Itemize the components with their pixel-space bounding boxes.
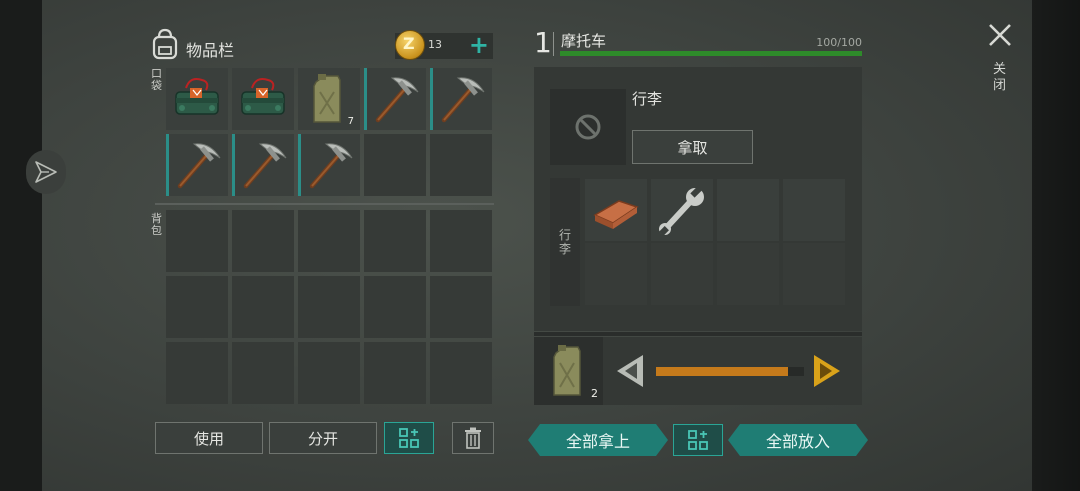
backpack-slot[interactable] [430,342,492,404]
container-slot[interactable] [651,243,713,305]
empty-slot-icon [575,114,601,140]
edge-shade [1030,0,1080,491]
dynamite-bundle-icon [175,78,219,115]
luggage-preview-slot [550,89,626,165]
backpack-icon [152,28,178,60]
backpack-slot[interactable] [430,210,492,272]
backpack-slot[interactable] [232,210,294,272]
section-divider [155,203,494,205]
fuel-slider-fill [656,367,788,376]
split-button[interactable]: 分开 [269,422,377,454]
take-button[interactable]: 拿取 [632,130,753,164]
trash-icon [465,427,481,449]
backpack-slot[interactable] [364,342,426,404]
increase-arrow-icon[interactable] [812,353,844,389]
vehicle-name: 摩托车 [561,32,607,50]
decrease-arrow-icon[interactable] [613,353,645,389]
container-slot[interactable] [585,243,647,305]
pickaxe-icon [441,77,485,123]
take-all-button[interactable]: 全部拿上 [528,424,668,456]
luggage-title: 行李 [632,90,663,108]
send-arrow-icon [35,161,57,183]
fuel-slot[interactable]: 2 [534,337,603,405]
inventory-header: 物品栏 Z 13 + [150,28,494,62]
inventory-title: 物品栏 [186,41,235,60]
pocket-slot[interactable] [298,134,360,196]
pickaxe-icon [309,143,353,189]
copper-ingot-icon [593,200,639,229]
header-separator [553,32,554,56]
container-slot[interactable] [783,179,845,241]
vehicle-durability: 100/100 [816,36,862,49]
item-qty: 7 [347,116,354,127]
dynamite-bundle-icon [241,78,285,115]
close-icon[interactable] [987,22,1013,48]
put-all-button[interactable]: 全部放入 [728,424,868,456]
pocket-slot[interactable] [430,68,492,130]
container-sort-button[interactable] [673,424,723,456]
backpack-slot[interactable] [298,210,360,272]
fuel-qty: 2 [591,387,598,400]
durability-bar [560,51,862,56]
pocket-slot[interactable] [364,134,426,196]
pickaxe-icon [243,143,287,189]
backpack-slot[interactable] [364,210,426,272]
container-slot[interactable]: 4 [585,179,647,264]
backpack-slot[interactable] [166,276,228,338]
panel-edge [534,332,862,336]
backpack-slot[interactable] [430,276,492,338]
backpack-slot[interactable] [298,276,360,338]
side-nav-button[interactable] [26,150,66,194]
container-slot[interactable] [783,243,845,305]
grid-sort-icon [688,430,708,450]
coin-icon: Z [395,30,425,60]
backpack-slot[interactable] [298,342,360,404]
backpack-slot[interactable] [166,342,228,404]
container-slot[interactable]: 3 [651,179,713,264]
pickaxe-icon [177,143,221,189]
pockets-label: 口袋 [151,67,162,92]
container-slot[interactable] [717,179,779,241]
pickaxe-icon [375,77,419,123]
close-label[interactable]: 关闭 [993,62,1007,94]
grid-sort-icon [399,428,419,448]
sort-button[interactable] [384,422,434,454]
wrench-icon [659,186,704,236]
pocket-slot[interactable] [232,134,294,196]
coin-count: 13 [428,38,442,51]
backpack-slot[interactable] [232,342,294,404]
pocket-slot[interactable] [430,134,492,196]
pocket-slot[interactable] [364,68,426,130]
currency-box: Z 13 + [395,30,493,60]
trash-button[interactable] [452,422,494,454]
add-coins-button[interactable]: + [469,31,489,59]
backpack-slot[interactable] [232,276,294,338]
luggage-column-label: 行李 [559,228,572,256]
backpack-label: 背包 [151,212,162,237]
pocket-slot[interactable] [166,134,228,196]
pocket-slot[interactable] [232,68,294,130]
container-slot[interactable] [717,243,779,305]
pocket-slot[interactable] [166,68,228,130]
pocket-slot[interactable]: 7 [298,68,360,130]
backpack-slot[interactable] [166,210,228,272]
use-button[interactable]: 使用 [155,422,263,454]
vehicle-number: 1 [534,26,552,59]
backpack-slot[interactable] [364,276,426,338]
